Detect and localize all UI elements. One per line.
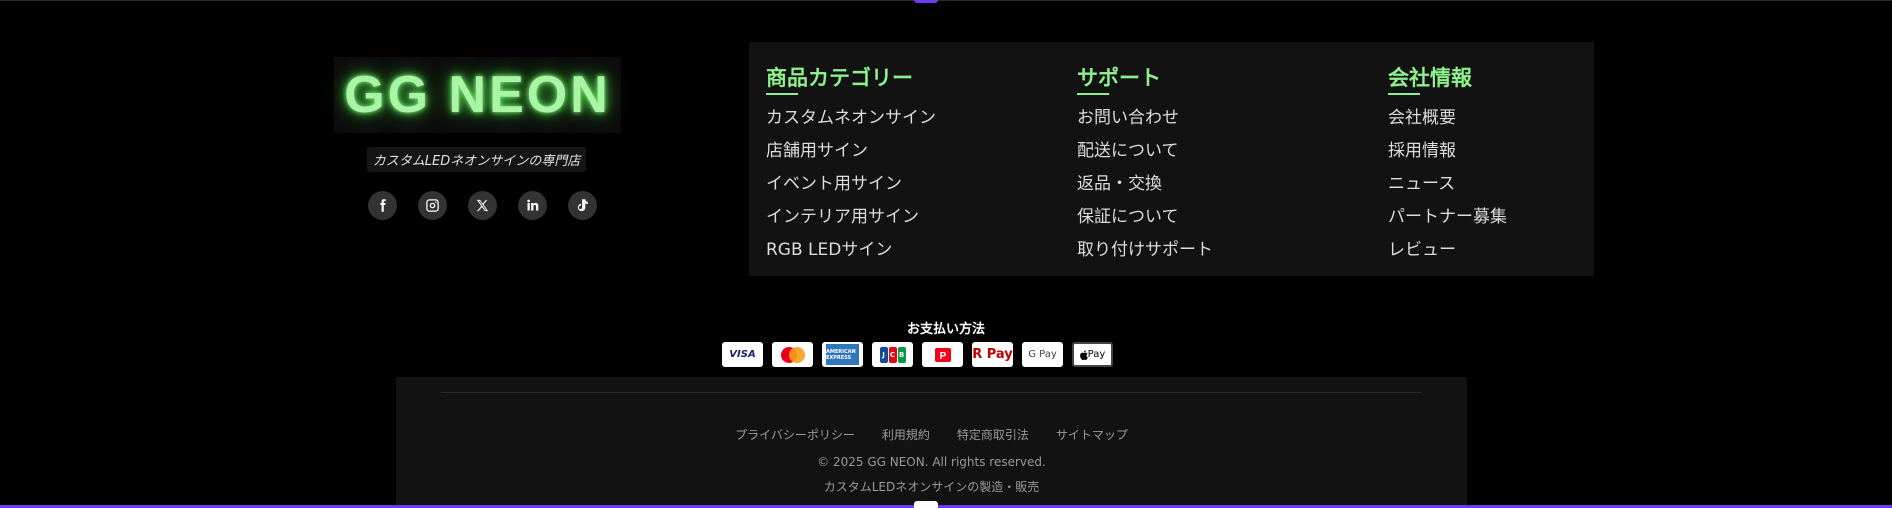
instagram-icon[interactable]: [418, 191, 447, 220]
top-scroll-indicator: [914, 0, 938, 3]
payment-title: お支払い方法: [906, 322, 985, 337]
footer-link[interactable]: イベント用サイン: [766, 174, 936, 207]
facebook-icon[interactable]: [368, 191, 397, 220]
footer-link[interactable]: RGB LEDサイン: [766, 240, 936, 273]
footer-link[interactable]: カスタムネオンサイン: [766, 108, 936, 141]
brand-tagline: カスタムLEDネオンサインの専門店: [367, 147, 586, 172]
apple-pay-icon: Pay: [1072, 342, 1113, 367]
jcb-icon: JCB: [872, 342, 913, 367]
footer-link[interactable]: レビュー: [1388, 240, 1507, 273]
bottom-scroll-indicator: [914, 501, 938, 508]
title-underline: [766, 93, 798, 95]
footer-link[interactable]: 採用情報: [1388, 141, 1507, 174]
column-products: 商品カテゴリー カスタムネオンサイン 店舗用サイン イベント用サイン インテリア…: [766, 62, 936, 273]
column-support: サポート お問い合わせ 配送について 返品・交換 保証について 取り付けサポート: [1077, 62, 1213, 273]
social-links: [368, 191, 598, 220]
svg-text:P: P: [939, 351, 946, 362]
footer-link[interactable]: 店舗用サイン: [766, 141, 936, 174]
commercial-law-link[interactable]: 特定商取引法: [957, 426, 1029, 443]
legal-links: プライバシーポリシー 利用規約 特定商取引法 サイトマップ: [396, 426, 1467, 443]
footer-link[interactable]: 取り付けサポート: [1077, 240, 1213, 273]
title-underline: [1388, 93, 1420, 95]
footer-link[interactable]: ニュース: [1388, 174, 1507, 207]
footer-link[interactable]: 会社概要: [1388, 108, 1507, 141]
amex-icon: AMERICAN EXPRESS: [822, 342, 863, 367]
footer-link[interactable]: パートナー募集: [1388, 207, 1507, 240]
payment-methods: VISA AMERICAN EXPRESS JCB P R Pay G Pay …: [722, 342, 1113, 367]
footer-link[interactable]: お問い合わせ: [1077, 108, 1213, 141]
terms-link[interactable]: 利用規約: [882, 426, 930, 443]
column-title: サポート: [1077, 66, 1161, 90]
column-title: 商品カテゴリー: [766, 66, 913, 90]
title-underline: [1077, 93, 1109, 95]
column-title: 会社情報: [1388, 66, 1472, 90]
sitemap-link[interactable]: サイトマップ: [1056, 426, 1128, 443]
visa-icon: VISA: [722, 342, 763, 367]
google-pay-icon: G Pay: [1022, 342, 1063, 367]
footer-subtext: カスタムLEDネオンサインの製造・販売: [823, 480, 1040, 494]
column-company: 会社情報 会社概要 採用情報 ニュース パートナー募集 レビュー: [1388, 62, 1507, 273]
privacy-policy-link[interactable]: プライバシーポリシー: [735, 426, 855, 443]
mastercard-icon: [772, 342, 813, 367]
footer-link[interactable]: 配送について: [1077, 141, 1213, 174]
linkedin-icon[interactable]: [518, 191, 547, 220]
footer-bottom: プライバシーポリシー 利用規約 特定商取引法 サイトマップ © 2025 GG …: [396, 377, 1467, 505]
top-border: [0, 0, 1892, 1]
brand-logo[interactable]: GG NEON: [334, 57, 621, 133]
copyright: © 2025 GG NEON. All rights reserved.: [817, 455, 1046, 469]
logo-text: GG NEON: [344, 66, 611, 124]
x-twitter-icon[interactable]: [468, 191, 497, 220]
footer-link[interactable]: 保証について: [1077, 207, 1213, 240]
footer-divider: [441, 392, 1421, 393]
paypay-icon: P: [922, 342, 963, 367]
footer-link[interactable]: インテリア用サイン: [766, 207, 936, 240]
rakuten-pay-icon: R Pay: [972, 342, 1013, 367]
tiktok-icon[interactable]: [568, 191, 597, 220]
footer-link[interactable]: 返品・交換: [1077, 174, 1213, 207]
footer-link-panel: 商品カテゴリー カスタムネオンサイン 店舗用サイン イベント用サイン インテリア…: [749, 42, 1594, 276]
